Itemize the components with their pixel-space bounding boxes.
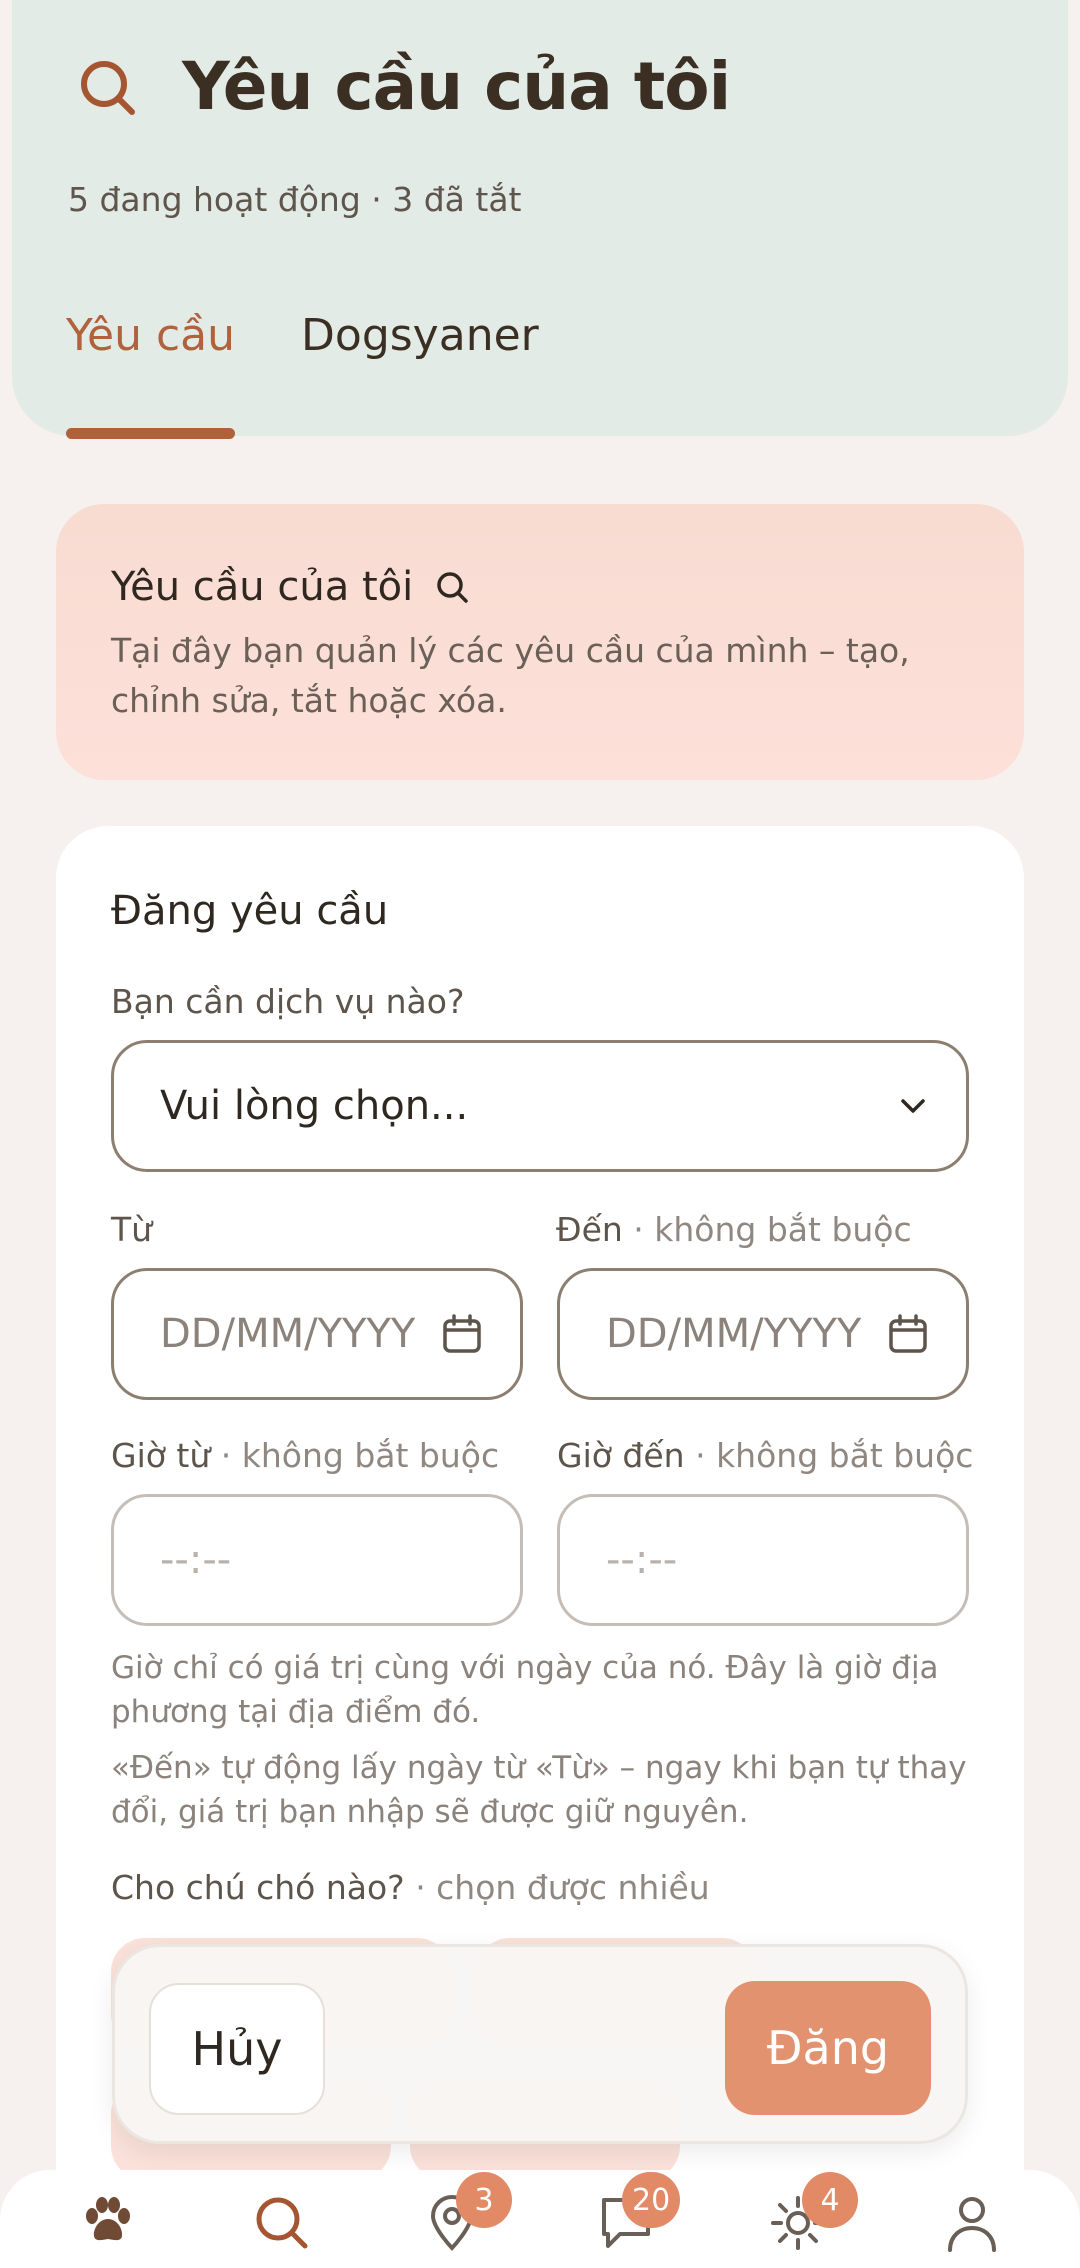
time-note: Giờ chỉ có giá trị cùng với ngày của nó.… [111, 1650, 939, 1730]
time-to-label-text: Giờ đến [557, 1436, 685, 1475]
calendar-icon[interactable] [442, 1314, 482, 1354]
notification-badge: 4 [802, 2172, 858, 2228]
date-from-input[interactable]: DD/MM/YYYY [111, 1268, 523, 1400]
nav-sun[interactable]: 4 [758, 2172, 858, 2264]
submit-button[interactable]: Đăng [725, 1981, 931, 2115]
date-to-placeholder: DD/MM/YYYY [606, 1311, 862, 1357]
time-to-label: Giờ đến · không bắt buộc [557, 1436, 973, 1475]
nav-map[interactable]: 3 [412, 2172, 512, 2264]
service-label: Bạn cần dịch vụ nào? [111, 982, 465, 1021]
tab-dogsyaner[interactable]: Dogsyaner [301, 310, 539, 361]
time-from-placeholder: --:-- [160, 1537, 232, 1583]
time-from-optional: · không bắt buộc [220, 1436, 500, 1475]
page-title: Yêu cầu của tôi [182, 48, 731, 125]
date-to-label: Đến · không bắt buộc [556, 1210, 912, 1249]
date-to-note: «Đến» tự động lấy ngày từ «Từ» – ngay kh… [111, 1750, 967, 1830]
notification-badge: 3 [456, 2172, 512, 2228]
chevron-down-icon [901, 1099, 925, 1113]
dogs-optional: · chọn được nhiều [415, 1868, 710, 1907]
date-to-input[interactable]: DD/MM/YYYY [557, 1268, 969, 1400]
search-icon [256, 2197, 308, 2249]
nav-search[interactable] [242, 2194, 322, 2264]
form-title: Đăng yêu cầu [111, 888, 389, 934]
info-card: Yêu cầu của tôi Tại đây bạn quản lý các … [56, 504, 1024, 780]
calendar-icon[interactable] [888, 1314, 928, 1354]
time-from-label: Giờ từ · không bắt buộc [111, 1436, 499, 1475]
info-card-text: Tại đây bạn quản lý các yêu cầu của mình… [111, 631, 910, 720]
cancel-button[interactable]: Hủy [149, 1983, 325, 2115]
time-from-input[interactable]: --:-- [111, 1494, 523, 1626]
date-from-label: Từ [111, 1210, 153, 1249]
paw-icon [86, 2197, 130, 2241]
date-to-optional: · không bắt buộc [633, 1210, 912, 1249]
time-from-label-text: Giờ từ [111, 1436, 211, 1475]
tab-bar: Yêu cầu Dogsyaner [66, 310, 605, 439]
date-from-placeholder: DD/MM/YYYY [160, 1311, 416, 1357]
dogs-label: Cho chú chó nào? · chọn được nhiều [111, 1868, 710, 1907]
status-summary: 5 đang hoạt động · 3 đã tắt [68, 180, 522, 219]
bottom-nav: 3 20 4 [0, 2170, 1080, 2268]
nav-chat[interactable]: 20 [586, 2172, 681, 2264]
search-icon [437, 572, 468, 603]
info-card-title-text: Yêu cầu của tôi [111, 564, 414, 610]
user-icon [948, 2197, 996, 2252]
date-to-label-text: Đến [556, 1210, 623, 1249]
time-to-placeholder: --:-- [606, 1537, 678, 1583]
notification-badge: 20 [622, 2172, 681, 2228]
nav-profile[interactable] [932, 2194, 1012, 2264]
form-action-bar: Hủy Đăng [112, 1944, 968, 2144]
time-to-optional: · không bắt buộc [695, 1436, 974, 1475]
dogs-label-text: Cho chú chó nào? [111, 1868, 405, 1907]
page-header: Yêu cầu của tôi 5 đang hoạt động · 3 đã … [12, 0, 1068, 439]
search-icon [81, 60, 135, 115]
info-card-title: Yêu cầu của tôi [111, 564, 469, 610]
tab-requests[interactable]: Yêu cầu [66, 310, 236, 439]
service-select[interactable]: Vui lòng chọn... [111, 1040, 969, 1172]
title-row: Yêu cầu của tôi [74, 48, 731, 125]
nav-paw[interactable] [68, 2194, 148, 2264]
time-to-input[interactable]: --:-- [557, 1494, 969, 1626]
service-select-value: Vui lòng chọn... [160, 1083, 469, 1129]
